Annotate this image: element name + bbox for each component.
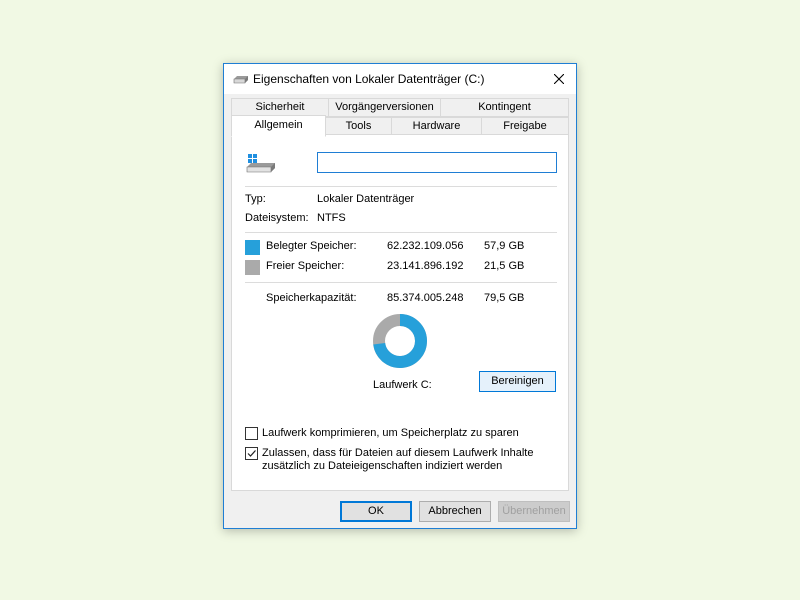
drive-label: Laufwerk C:: [373, 379, 432, 391]
free-space-size: 21,5 GB: [484, 260, 525, 272]
cleanup-button[interactable]: Bereinigen: [479, 371, 556, 392]
usage-donut-chart: [373, 314, 427, 368]
title-bar[interactable]: Eigenschaften von Lokaler Datenträger (C…: [224, 64, 576, 94]
properties-dialog: Eigenschaften von Lokaler Datenträger (C…: [223, 63, 577, 529]
checkmark-icon: [247, 450, 256, 457]
compress-checkbox[interactable]: [245, 427, 258, 440]
filesystem-value: NTFS: [317, 212, 346, 224]
capacity-bytes: 85.374.005.248: [387, 292, 464, 304]
tab-vorgaengerversionen[interactable]: Vorgängerversionen: [328, 98, 441, 117]
drive-name-input[interactable]: [317, 152, 557, 173]
index-label-line2: zusätzlich zu Dateieigenschaften indizie…: [262, 460, 503, 472]
apply-button[interactable]: Übernehmen: [498, 501, 570, 522]
index-checkbox[interactable]: [245, 447, 258, 460]
cancel-button[interactable]: Abbrechen: [419, 501, 491, 522]
drive-icon: [233, 76, 248, 84]
type-value: Lokaler Datenträger: [317, 193, 415, 205]
used-space-label: Belegter Speicher:: [266, 240, 357, 252]
index-label-line1: Zulassen, dass für Dateien auf diesem La…: [262, 447, 534, 459]
free-space-bytes: 23.141.896.192: [387, 260, 464, 272]
free-space-label: Freier Speicher:: [266, 260, 345, 272]
separator: [245, 186, 557, 187]
separator: [245, 232, 557, 233]
tab-allgemein[interactable]: Allgemein: [231, 115, 326, 137]
used-space-swatch: [245, 240, 260, 255]
separator: [245, 282, 557, 283]
used-space-bytes: 62.232.109.056: [387, 240, 464, 252]
ok-button[interactable]: OK: [340, 501, 412, 522]
general-tab-panel: Typ: Lokaler Datenträger Dateisystem: NT…: [231, 134, 569, 491]
close-button[interactable]: [542, 64, 576, 94]
capacity-label: Speicherkapazität:: [266, 292, 357, 304]
tab-kontingent[interactable]: Kontingent: [440, 98, 569, 117]
window-title: Eigenschaften von Lokaler Datenträger (C…: [253, 72, 485, 86]
close-icon: [554, 74, 564, 84]
capacity-size: 79,5 GB: [484, 292, 525, 304]
windows-drive-icon: [246, 154, 275, 173]
filesystem-label: Dateisystem:: [245, 212, 309, 224]
compress-label: Laufwerk komprimieren, um Speicherplatz …: [262, 427, 519, 439]
used-space-size: 57,9 GB: [484, 240, 525, 252]
free-space-swatch: [245, 260, 260, 275]
type-label: Typ:: [245, 193, 266, 205]
